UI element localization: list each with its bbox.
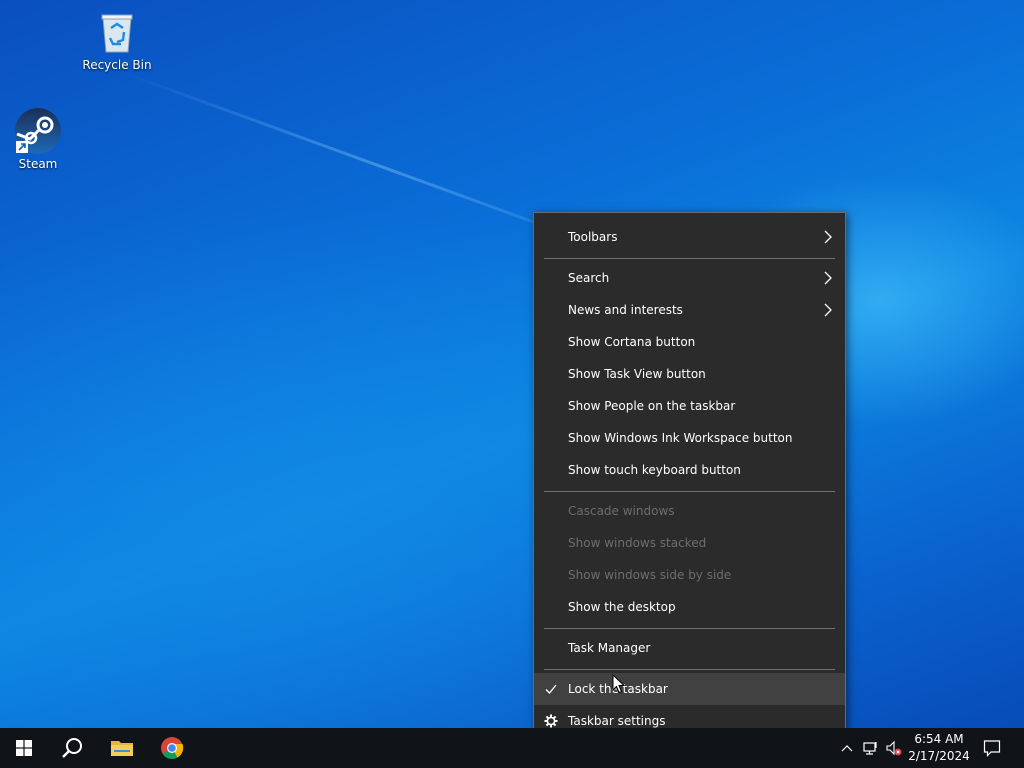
menu-item-cascade-windows: Cascade windows <box>568 504 675 518</box>
desktop-icon-recycle-bin[interactable]: Recycle Bin <box>77 8 157 72</box>
mouse-cursor-icon <box>612 674 626 694</box>
steam-icon <box>14 107 62 155</box>
menu-item-search[interactable]: Search <box>534 262 845 294</box>
menu-item-toolbars[interactable]: Toolbars <box>534 221 845 253</box>
desktop-icon-label: Steam <box>18 157 58 171</box>
chevron-right-icon <box>824 271 832 285</box>
menu-item-news-and-interests[interactable]: News and interests <box>534 294 845 326</box>
chevron-right-icon <box>824 230 832 244</box>
menu-item-lock-the-taskbar[interactable]: Lock the taskbar <box>534 673 845 705</box>
chrome-icon <box>161 737 184 759</box>
chevron-right-icon <box>824 303 832 317</box>
notification-icon[interactable] <box>983 739 1001 757</box>
menu-item-show-windows-stacked: Show windows stacked <box>568 536 707 550</box>
menu-item-show-windows-side-by-side: Show windows side by side <box>568 568 732 582</box>
menu-item-show-touch-keyboard[interactable]: Show touch keyboard button <box>534 454 845 486</box>
menu-item-show-task-view-button[interactable]: Show Task View button <box>534 358 845 390</box>
file-explorer-button[interactable] <box>98 728 146 768</box>
clock-date: 2/17/2024 <box>908 749 970 763</box>
network-disconnected-icon[interactable] <box>863 740 879 756</box>
desktop: Recycle Bin Steam Toolbars Search News a… <box>0 0 1024 768</box>
menu-item-show-cortana-button[interactable]: Show Cortana button <box>534 326 845 358</box>
chrome-button[interactable] <box>148 728 196 768</box>
clock-time: 6:54 AM <box>914 732 964 746</box>
gear-icon <box>544 714 558 728</box>
taskbar: 6:54 AM 2/17/2024 <box>0 728 1024 768</box>
clock[interactable]: 6:54 AM 2/17/2024 <box>904 731 974 765</box>
menu-item-show-windows-ink[interactable]: Show Windows Ink Workspace button <box>534 422 845 454</box>
menu-separator <box>544 628 835 629</box>
menu-separator <box>544 669 835 670</box>
menu-separator <box>544 258 835 259</box>
taskbar-context-menu: Toolbars Search News and interests Show … <box>533 212 846 745</box>
search-icon <box>62 738 82 758</box>
recycle-bin-icon <box>93 8 141 56</box>
volume-muted-icon[interactable] <box>886 740 902 756</box>
menu-item-show-people[interactable]: Show People on the taskbar <box>534 390 845 422</box>
checkmark-icon <box>545 684 557 694</box>
menu-item-task-manager[interactable]: Task Manager <box>534 632 845 664</box>
desktop-icon-label: Recycle Bin <box>82 58 152 72</box>
desktop-icon-steam[interactable]: Steam <box>0 107 78 171</box>
menu-item-show-the-desktop[interactable]: Show the desktop <box>534 591 845 623</box>
menu-separator <box>544 491 835 492</box>
search-button[interactable] <box>48 728 96 768</box>
windows-logo-icon <box>16 740 32 756</box>
start-button[interactable] <box>0 728 48 768</box>
folder-icon <box>111 741 133 756</box>
chevron-up-icon[interactable] <box>839 740 855 756</box>
